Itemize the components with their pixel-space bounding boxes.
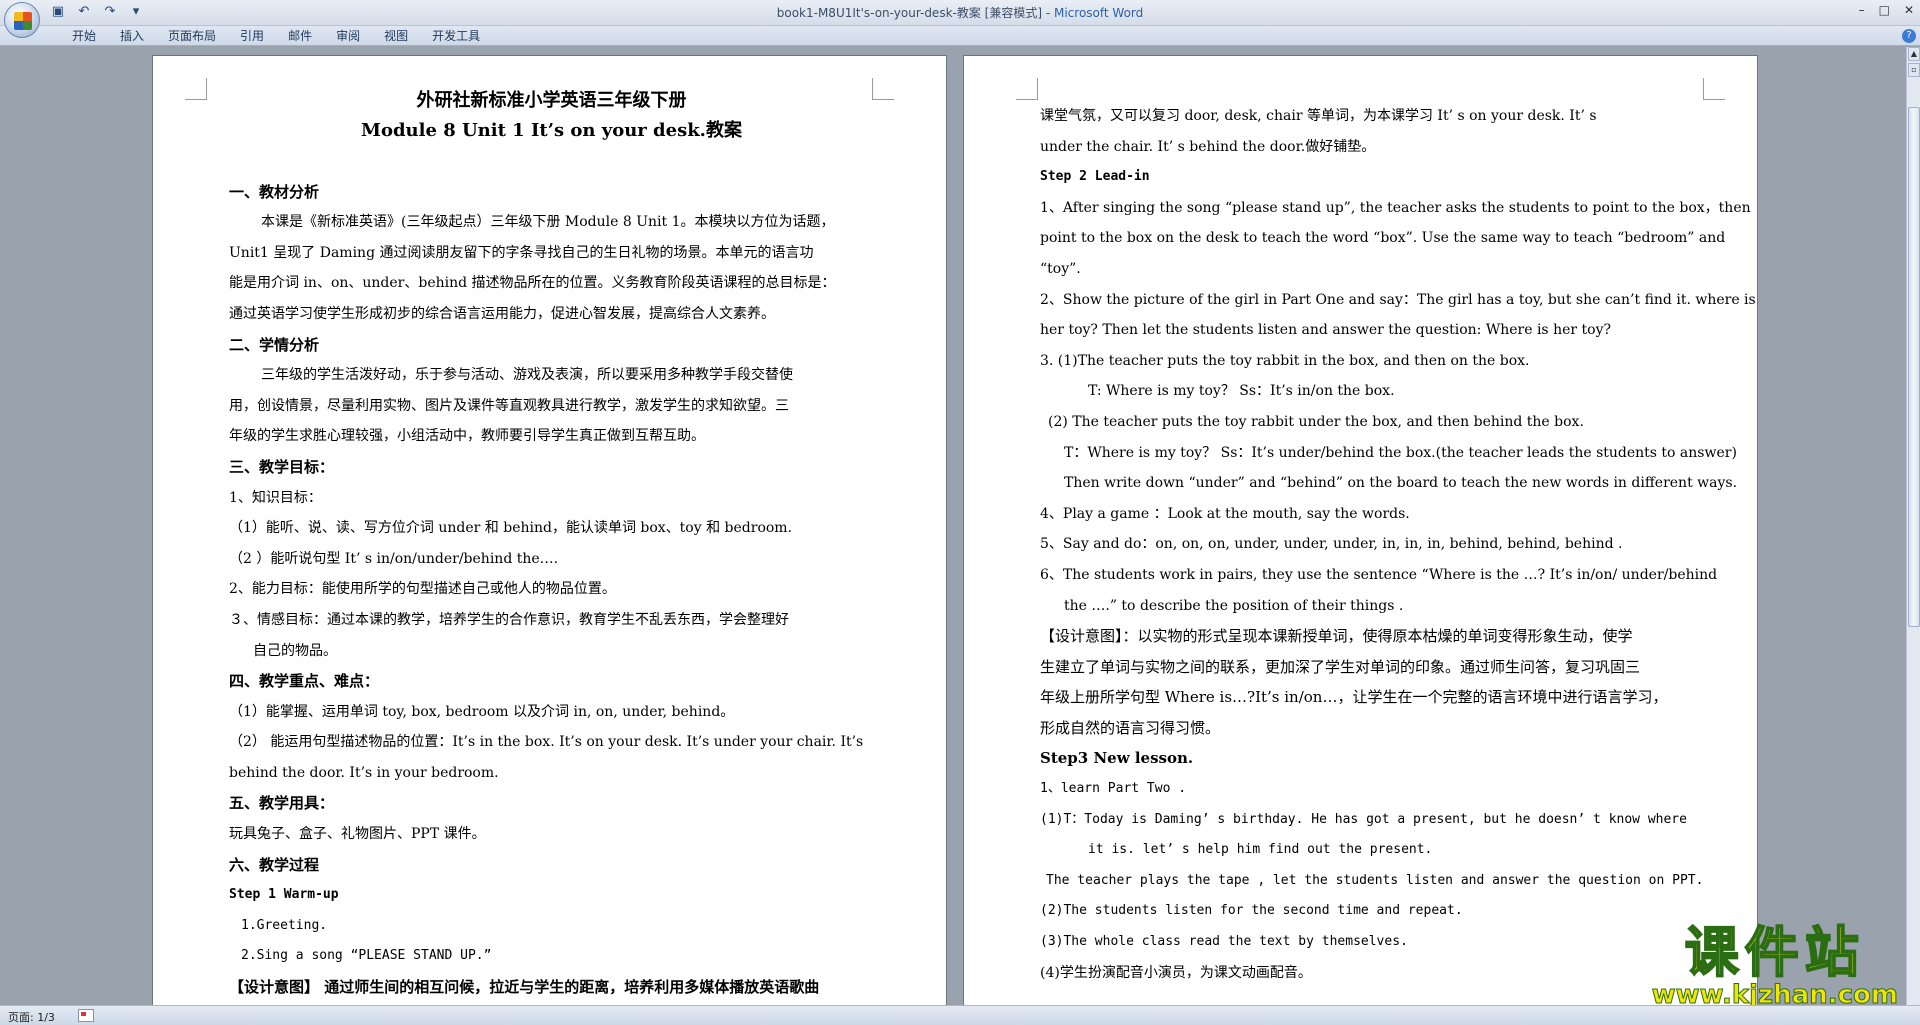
page-1-content: 外研社新标准小学英语三年级下册 Module 8 Unit 1 It’s on … <box>229 86 874 1003</box>
body-line: （2 ）能听说句型 It’ s in/on/under/behind the…. <box>229 550 559 567</box>
window-controls: – □ ✕ <box>1859 3 1914 17</box>
body-line: （1）能听、说、读、写方位介词 under 和 behind，能认读单词 box… <box>229 520 793 537</box>
body-line: under the chair. It’ s behind the door.做… <box>1040 138 1376 155</box>
office-button[interactable] <box>4 2 40 38</box>
body-line: (4)学生扮演配音小演员，为课文动画配音。 <box>1040 964 1312 981</box>
step-heading: Step 1 Warm-up <box>229 887 339 903</box>
body-line: (1)T：Today is Daming’ s birthday. He has… <box>1040 811 1687 827</box>
body-line: 【设计意图】 通过师生间的相互问候，拉近与学生的距离，培养利用多媒体播放英语歌曲 <box>229 978 820 997</box>
body-line: （1）能掌握、运用单词 toy, box, bedroom 以及介词 in, o… <box>229 703 735 720</box>
window-title: book1-M8U1It's-on-your-desk-教案 [兼容模式] - … <box>0 4 1920 21</box>
page-corner-mark <box>872 78 894 100</box>
tab-review[interactable]: 审阅 <box>324 29 372 43</box>
body-line: 课堂气氛，又可以复习 door, desk, chair 等单词，为本课学习 I… <box>1040 108 1597 124</box>
body-line: 年级上册所学句型 Where is…?It’s in/on…，让学生在一个完整的… <box>1040 688 1668 707</box>
site-watermark: 课件站 www.kjzhan.com <box>1651 921 1898 1010</box>
tab-mailings[interactable]: 邮件 <box>276 29 324 43</box>
body-line: 1、After singing the song “please stand u… <box>1040 199 1751 216</box>
ribbon-tabs: 开始 插入 页面布局 引用 邮件 审阅 视图 开发工具 <box>60 29 492 43</box>
step-heading: Step3 New lesson. <box>1040 749 1194 768</box>
empty-paragraph <box>229 146 874 177</box>
macro-record-icon[interactable] <box>78 1009 94 1022</box>
body-line: 形成自然的语言习得习惯。 <box>1040 718 1221 737</box>
body-line: (2)The students listen for the second ti… <box>1040 903 1463 919</box>
body-line: 自己的物品。 <box>253 642 337 659</box>
document-area: 外研社新标准小学英语三年级下册 Module 8 Unit 1 It’s on … <box>0 47 1906 1005</box>
body-line: ３、情感目标：通过本课的教学，培养学生的合作意识，教育学生不乱丢东西，学会整理好 <box>229 611 789 628</box>
body-line: 通过英语学习使学生形成初步的综合语言运用能力，促进心智发展，提高综合人文素养。 <box>229 305 775 322</box>
title-bar: ▣ ↶ ↷ ▾ book1-M8U1It's-on-your-desk-教案 [… <box>0 0 1920 38</box>
body-line: 年级的学生求胜心理较强，小组活动中，教师要引导学生真正做到互帮互助。 <box>229 428 705 445</box>
tab-references[interactable]: 引用 <box>228 29 276 43</box>
body-line: 2.Sing a song “PLEASE STAND UP.” <box>241 948 492 964</box>
section-heading: 六、教学过程 <box>229 855 320 874</box>
vertical-scrollbar[interactable]: ▲ ▫ <box>1906 47 1920 1005</box>
office-logo-icon <box>14 12 32 30</box>
page-corner-mark <box>1016 78 1038 100</box>
body-line: Unit1 呈现了 Daming 通过阅读朋友留下的字条寻找自己的生日礼物的场景… <box>229 244 814 261</box>
body-line: 用，创设情景，尽量利用实物、图片及课件等直观教具进行教学，激发学生的求知欲望。三 <box>229 397 789 414</box>
section-heading: 二、学情分析 <box>229 335 320 354</box>
body-line: the ….” to describe the position of thei… <box>1064 597 1404 614</box>
scrollbar-thumb[interactable] <box>1908 107 1920 627</box>
body-line: 3. (1)The teacher puts the toy rabbit in… <box>1040 352 1530 369</box>
ruler-toggle-icon[interactable]: ▫ <box>1908 63 1920 77</box>
body-line: 1.Greeting. <box>241 917 328 933</box>
body-line: 1、知识目标： <box>229 489 322 506</box>
body-line: 【设计意图】：以实物的形式呈现本课新授单词，使得原本枯燥的单词变得形象生动，使学 <box>1040 627 1633 646</box>
page-2-content: 课堂气氛，又可以复习 door, desk, chair 等单词，为本课学习 I… <box>1040 101 1756 988</box>
document-page-2[interactable]: 课堂气氛，又可以复习 door, desk, chair 等单词，为本课学习 I… <box>963 55 1758 1005</box>
help-icon[interactable]: ? <box>1902 29 1916 43</box>
body-line: 1、learn Part Two . <box>1040 781 1187 797</box>
body-line: The teacher plays the tape , let the stu… <box>1046 872 1704 888</box>
body-line: her toy? Then let the students listen an… <box>1040 322 1611 339</box>
section-heading: 四、教学重点、难点： <box>229 672 380 691</box>
body-line: (2) The teacher puts the toy rabbit unde… <box>1048 413 1584 430</box>
tab-view[interactable]: 视图 <box>372 29 420 43</box>
body-line: T: Where is my toy？ Ss：It’s in/on the bo… <box>1088 383 1395 400</box>
document-title: book1-M8U1It's-on-your-desk-教案 [兼容模式] - <box>776 6 1054 20</box>
watermark-text: 课件站 <box>1684 921 1865 984</box>
document-title-line-1: 外研社新标准小学英语三年级下册 <box>416 90 687 111</box>
minimize-icon[interactable]: – <box>1859 3 1865 17</box>
scroll-up-icon[interactable]: ▲ <box>1908 47 1920 61</box>
body-line: T：Where is my toy？ Ss：It’s under/behind … <box>1064 444 1737 461</box>
body-line: 2、能力目标：能使用所学的句型描述自己或他人的物品位置。 <box>229 581 616 598</box>
body-line: （2） 能运用句型描述物品的位置：It’s in the box. It’s o… <box>229 734 864 751</box>
body-line: 6、The students work in pairs, they use t… <box>1040 566 1718 583</box>
maximize-icon[interactable]: □ <box>1879 3 1890 17</box>
body-line: 能是用介词 in、on、under、behind 描述物品所在的位置。义务教育阶… <box>229 275 836 292</box>
step-heading: Step 2 Lead-in <box>1040 169 1150 185</box>
document-page-1[interactable]: 外研社新标准小学英语三年级下册 Module 8 Unit 1 It’s on … <box>152 55 947 1005</box>
tab-developer[interactable]: 开发工具 <box>420 29 492 43</box>
close-icon[interactable]: ✕ <box>1904 3 1914 17</box>
body-line: point to the box on the desk to teach th… <box>1040 230 1726 247</box>
section-heading: 一、教材分析 <box>229 182 320 201</box>
body-line: 本课是《新标准英语》(三年级起点）三年级下册 Module 8 Unit 1。本… <box>261 214 835 231</box>
body-line: 三年级的学生活泼好动，乐于参与活动、游戏及表演，所以要采用多种教学手段交替使 <box>261 367 793 384</box>
body-line: it is. let’ s help him find out the pres… <box>1088 842 1433 858</box>
body-line: 5、Say and do：on, on, on, under, under, u… <box>1040 536 1623 553</box>
section-heading: 五、教学用具： <box>229 794 335 813</box>
tab-home[interactable]: 开始 <box>60 29 108 43</box>
ribbon: 开始 插入 页面布局 引用 邮件 审阅 视图 开发工具 ? <box>0 26 1920 46</box>
body-line: 2、Show the picture of the girl in Part O… <box>1040 291 1756 308</box>
page-count[interactable]: 页面: 1/3 <box>8 1009 55 1025</box>
body-line: behind the door. It’s in your bedroom. <box>229 764 499 781</box>
body-line: 4、Play a game ：Look at the mouth, say th… <box>1040 505 1410 522</box>
body-line: 生建立了单词与实物之间的联系，更加深了学生对单词的印象。通过师生问答，复习巩固三 <box>1040 657 1641 676</box>
app-name: Microsoft Word <box>1053 6 1144 20</box>
tab-page-layout[interactable]: 页面布局 <box>156 29 228 43</box>
page-corner-mark <box>185 78 207 100</box>
body-line: “toy”. <box>1040 260 1081 277</box>
status-bar: 页面: 1/3 <box>0 1005 1920 1025</box>
document-title-line-2: Module 8 Unit 1 It’s on your desk.教案 <box>361 120 742 141</box>
body-line: (3)The whole class read the text by them… <box>1040 934 1408 950</box>
body-line: 玩具兔子、盒子、礼物图片、PPT 课件。 <box>229 826 486 843</box>
section-heading: 三、教学目标： <box>229 457 335 476</box>
page-corner-mark <box>1703 78 1725 100</box>
body-line: Then write down “under” and “behind” on … <box>1064 475 1738 492</box>
tab-insert[interactable]: 插入 <box>108 29 156 43</box>
